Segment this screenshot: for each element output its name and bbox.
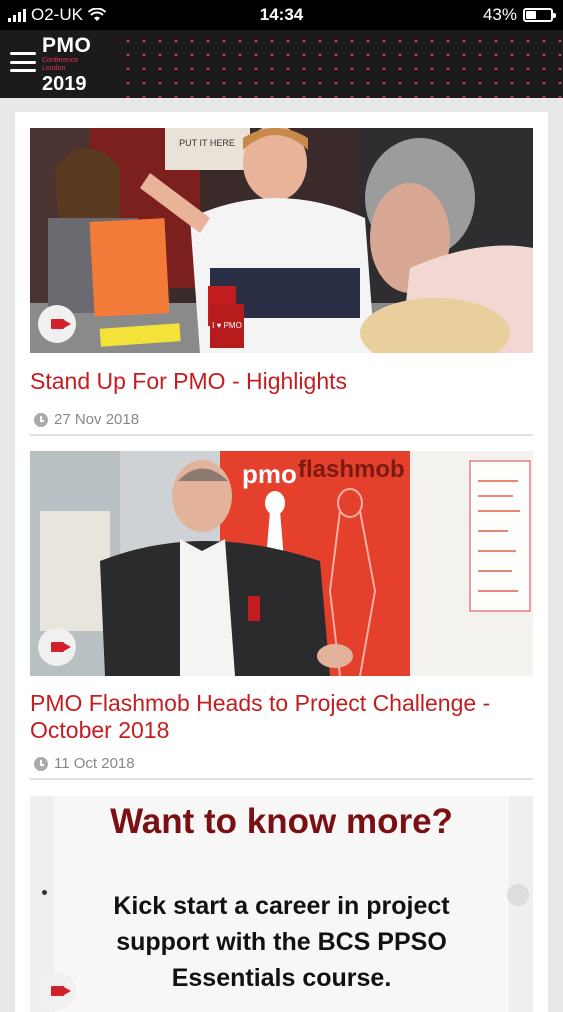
video-badge-icon[interactable] (38, 972, 76, 1010)
mug-text: I ♥ PMO (212, 321, 242, 330)
post-date: 11 Oct 2018 (34, 755, 135, 772)
video-badge-icon[interactable] (38, 628, 76, 666)
video-badge-icon[interactable] (38, 305, 76, 343)
post-date: 27 Nov 2018 (34, 411, 139, 428)
divider (30, 778, 533, 780)
divider (30, 434, 533, 436)
post-title[interactable]: PMO Flashmob Heads to Project Challenge … (30, 690, 533, 744)
carousel-dot (42, 890, 47, 895)
sign-text: PUT IT HERE (179, 138, 235, 148)
carousel-next[interactable] (507, 884, 529, 906)
promo-text: Kick start a career in project support w… (113, 892, 450, 992)
video-thumbnail[interactable]: pmo flashmob (30, 451, 533, 676)
video-thumbnail[interactable]: PUT IT HERE I ♥ PMO (30, 128, 533, 353)
banner-text-pmo: pmo (242, 459, 297, 489)
video-camera-icon (50, 986, 71, 996)
pmo-conference-logo[interactable]: PMO Conference London 2019 (42, 35, 91, 96)
clock-time: 14:34 (259, 5, 304, 24)
banner-text-flashmob: flashmob (298, 456, 405, 483)
clock-icon (34, 756, 48, 771)
battery-icon (523, 8, 556, 22)
app-header: PMO Conference London 2019 (0, 30, 563, 98)
clock-icon (34, 412, 48, 427)
video-camera-icon (50, 642, 71, 652)
content-card: PUT IT HERE I ♥ PMO Stand Up For PMO - H… (15, 112, 548, 1012)
promo-banner[interactable]: Want to know more? Kick start a career i… (30, 796, 533, 1012)
video-camera-icon (50, 319, 71, 329)
post-title[interactable]: Stand Up For PMO - Highlights (30, 368, 347, 395)
hamburger-menu-icon[interactable] (10, 52, 36, 72)
promo-headline: Want to know more? (110, 802, 453, 841)
battery-percent: 43% (482, 5, 517, 24)
status-bar: O2-UK 14:34 43% (0, 0, 563, 30)
